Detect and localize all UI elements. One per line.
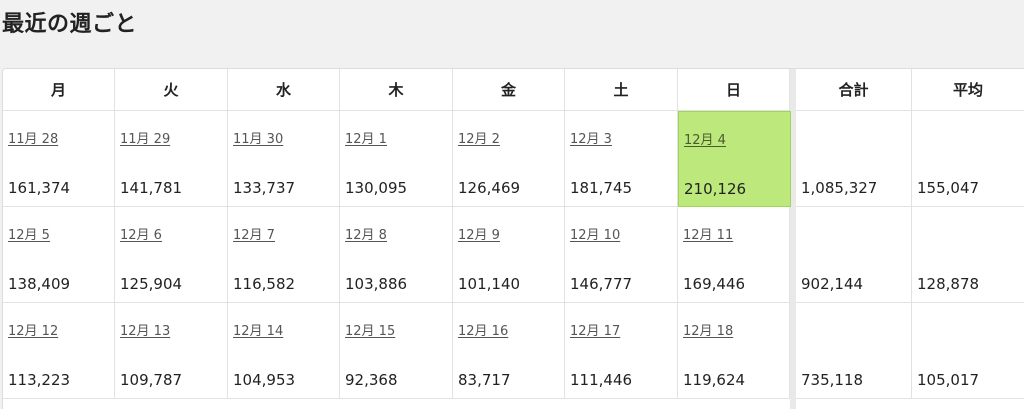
day-value: 169,446 [683,275,746,293]
date-link[interactable]: 12月 17 [570,320,620,339]
day-value: 116,582 [233,275,296,293]
table-row: 11月 28 161,374 11月 29 141,781 11月 30 133… [3,111,1024,207]
day-cell: 12月 14 104,953 [228,303,340,399]
date-link[interactable]: 12月 6 [120,224,162,243]
table-row: 12月 12 113,223 12月 13 109,787 12月 14 104… [3,303,1024,399]
day-cell: 12月 10 146,777 [565,207,678,303]
date-link[interactable]: 12月 3 [570,128,612,147]
day-value: 119,624 [683,371,746,389]
day-cell: 12月 12 113,223 [3,303,115,399]
day-cell: 12月 15 92,368 [340,303,453,399]
average-cell: 155,047 [912,111,1024,207]
date-link[interactable]: 12月 8 [345,224,387,243]
header-friday: 金 [453,69,565,111]
week-average: 105,017 [917,371,980,389]
day-value: 146,777 [570,275,633,293]
day-cell: 12月 16 83,717 [453,303,565,399]
week-total: 902,144 [801,275,864,293]
header-average: 平均 [912,69,1024,111]
date-link[interactable]: 12月 18 [683,320,733,339]
day-cell: 12月 1 130,095 [340,111,453,207]
week-total: 735,118 [801,371,864,389]
header-total: 合計 [796,69,912,111]
day-cell: 12月 2 126,469 [453,111,565,207]
date-link[interactable]: 12月 5 [8,224,50,243]
day-cell: 11月 30 133,737 [228,111,340,207]
day-value: 133,737 [233,179,296,197]
date-link[interactable]: 12月 13 [120,320,170,339]
day-cell-highlighted: 12月 4 210,126 [678,111,791,207]
week-average: 155,047 [917,179,980,197]
week-total: 1,085,327 [801,179,878,197]
date-link[interactable]: 12月 9 [458,224,500,243]
date-link[interactable]: 12月 2 [458,128,500,147]
day-cell: 12月 13 109,787 [115,303,228,399]
day-cell: 12月 5 138,409 [3,207,115,303]
date-link[interactable]: 12月 10 [570,224,620,243]
day-value: 101,140 [458,275,521,293]
day-value: 130,095 [345,179,408,197]
date-link[interactable]: 12月 11 [683,224,733,243]
day-value: 161,374 [8,179,71,197]
date-link[interactable]: 12月 12 [8,320,58,339]
date-link[interactable]: 12月 1 [345,128,387,147]
day-cell: 12月 18 119,624 [678,303,790,399]
day-value: 181,745 [570,179,633,197]
date-link[interactable]: 12月 15 [345,320,395,339]
day-value: 141,781 [120,179,183,197]
total-cell: 902,144 [796,207,912,303]
header-wednesday: 水 [228,69,340,111]
day-value: 210,126 [684,180,747,198]
date-link[interactable]: 11月 30 [233,128,283,147]
header-saturday: 土 [565,69,678,111]
date-link[interactable]: 12月 7 [233,224,275,243]
day-value: 109,787 [120,371,183,389]
date-link[interactable]: 12月 16 [458,320,508,339]
day-cell: 12月 3 181,745 [565,111,678,207]
day-cell: 12月 6 125,904 [115,207,228,303]
day-value: 103,886 [345,275,408,293]
day-value: 113,223 [8,371,71,389]
header-thursday: 木 [340,69,453,111]
day-value: 126,469 [458,179,521,197]
day-value: 104,953 [233,371,296,389]
page-title: 最近の週ごと [2,12,138,37]
day-value: 83,717 [458,371,511,389]
day-value: 92,368 [345,371,398,389]
day-cell: 12月 11 169,446 [678,207,790,303]
day-value: 138,409 [8,275,71,293]
total-cell: 1,085,327 [796,111,912,207]
date-link[interactable]: 11月 28 [8,128,58,147]
day-value: 111,446 [570,371,633,389]
date-link[interactable]: 12月 14 [233,320,283,339]
day-cell: 12月 9 101,140 [453,207,565,303]
average-cell: 128,878 [912,207,1024,303]
header-monday: 月 [3,69,115,111]
day-cell: 12月 8 103,886 [340,207,453,303]
table-row: 12月 5 138,409 12月 6 125,904 12月 7 116,58… [3,207,1024,303]
average-cell: 105,017 [912,303,1024,399]
weekly-stats-table: 月 火 水 木 金 土 日 合計 平均 11月 28 161,374 11月 2… [2,68,1024,409]
day-cell: 11月 29 141,781 [115,111,228,207]
header-sunday: 日 [678,69,790,111]
header-tuesday: 火 [115,69,228,111]
day-cell: 12月 7 116,582 [228,207,340,303]
day-value: 125,904 [120,275,183,293]
week-average: 128,878 [917,275,980,293]
date-link[interactable]: 11月 29 [120,128,170,147]
day-cell: 12月 17 111,446 [565,303,678,399]
day-cell: 11月 28 161,374 [3,111,115,207]
total-cell: 735,118 [796,303,912,399]
date-link[interactable]: 12月 4 [684,129,726,148]
